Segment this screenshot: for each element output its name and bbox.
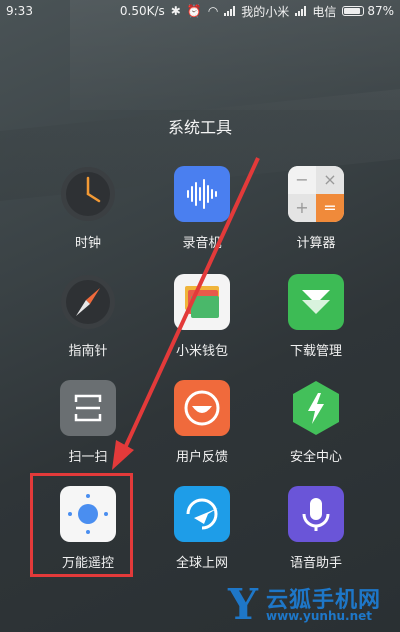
watermark-url: www.yunhu.net bbox=[266, 609, 373, 623]
watermark-letter: Y bbox=[228, 580, 258, 629]
annotation-arrow bbox=[112, 157, 260, 470]
watermark-logo: Y 云狐手机网 www.yunhu.net bbox=[228, 582, 396, 628]
